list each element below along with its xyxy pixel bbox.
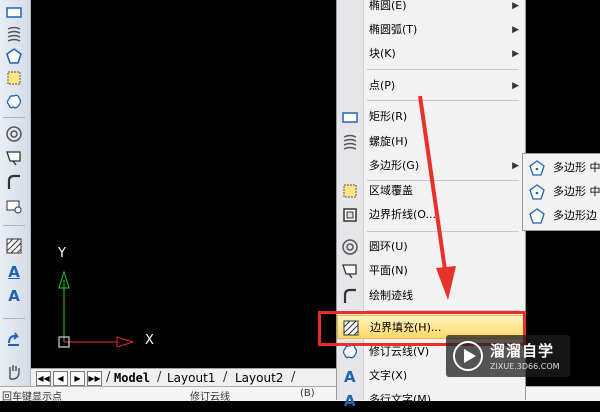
- rectangle-icon[interactable]: [4, 2, 24, 22]
- tab-divider: /: [223, 370, 228, 385]
- tab-divider: /: [291, 370, 296, 385]
- menu-item-donut[interactable]: 圆环(U): [337, 235, 525, 259]
- submenu-item-polygon-edge[interactable]: 多边形边: [523, 204, 600, 228]
- menu-item-label: 圆环(U): [369, 240, 408, 253]
- menu-item-label: 平面(N): [369, 264, 408, 277]
- planar-surface-icon: [341, 262, 359, 280]
- menu-item-label: 边界折线(O...: [369, 208, 436, 221]
- menu-item-label: 区域覆盖: [369, 184, 413, 197]
- submenu-arrow-icon: ▶: [512, 25, 519, 35]
- layout-tab-bar: ◀◀ ◀ ▶ ▶▶ / Model / Layout1 / Layout2 /: [31, 368, 336, 387]
- menu-item-block[interactable]: 块(K) ▶: [337, 42, 525, 66]
- x-axis-label: X: [145, 333, 154, 348]
- menu-item-planar-surface[interactable]: 平面(N): [337, 259, 525, 283]
- command-fragment: 修订云线: [190, 392, 230, 403]
- menu-item-label: 螺旋(H): [369, 135, 408, 148]
- polygon-center-icon: [528, 159, 546, 177]
- first-tab-button[interactable]: ◀◀: [36, 371, 51, 386]
- menu-item-label: 多边形(G): [369, 159, 420, 172]
- watermark-logo-icon: [453, 341, 483, 371]
- submenu-item-label: 多边形 中心: [553, 161, 600, 174]
- polygon-icon[interactable]: [4, 46, 24, 66]
- drawing-canvas[interactable]: Y X: [31, 0, 336, 368]
- menu-item-sketch[interactable]: 绘制迹线: [337, 284, 525, 308]
- submenu-arrow-icon: ▶: [512, 81, 519, 91]
- last-tab-button[interactable]: ▶▶: [87, 371, 102, 386]
- svg-text:A: A: [344, 368, 356, 385]
- submenu-arrow-icon: ▶: [512, 49, 519, 59]
- sketch-icon[interactable]: [4, 172, 24, 192]
- tab-model[interactable]: Model: [114, 370, 150, 386]
- left-toolbar: A A: [0, 0, 31, 392]
- menu-item-label: 块(K): [369, 47, 396, 60]
- menu-item-label: 点(P): [369, 79, 396, 92]
- menu-item-rectangle[interactable]: 矩形(R): [337, 105, 525, 129]
- sketch-icon: [341, 287, 359, 305]
- menu-item-label: 绘制迹线: [369, 289, 413, 302]
- text-icon[interactable]: A: [4, 286, 24, 306]
- menu-item-point[interactable]: 点(P) ▶: [337, 74, 525, 98]
- menu-item-helix[interactable]: 螺旋(H): [337, 130, 525, 154]
- revision-cloud-icon[interactable]: [4, 92, 24, 112]
- pan-hand-icon[interactable]: [4, 362, 24, 382]
- donut-icon[interactable]: [4, 124, 24, 144]
- menu-item-elliptical-arc[interactable]: 椭圆弧(T) ▶: [337, 18, 525, 42]
- menu-item-label: 椭圆(E): [369, 0, 407, 12]
- tab-divider: /: [157, 370, 162, 385]
- watermark-title: 溜溜自学: [490, 342, 555, 360]
- tab-divider: /: [106, 370, 111, 385]
- command-fragment: (B): [300, 388, 315, 399]
- helix-icon[interactable]: [4, 24, 24, 44]
- tab-layout1[interactable]: Layout1: [167, 370, 215, 386]
- boundary-icon[interactable]: [4, 68, 24, 88]
- menu-item-label: 矩形(R): [369, 110, 408, 123]
- watermark: 溜溜自学 ZIXUE.3D66.COM: [446, 335, 570, 377]
- submenu-item-polygon-center-circumscribed[interactable]: 多边形 中心: [523, 180, 600, 204]
- menu-item-wipeout[interactable]: 区域覆盖: [337, 179, 525, 203]
- text-icon: A: [341, 367, 359, 386]
- watermark-url: ZIXUE.3D66.COM: [490, 362, 560, 371]
- submenu-item-label: 多边形边: [553, 209, 597, 222]
- svg-text:A: A: [344, 392, 356, 409]
- wipeout-icon[interactable]: [4, 196, 24, 216]
- submenu-item-polygon-center-inscribed[interactable]: 多边形 中心: [523, 156, 600, 180]
- menu-item-label: 文字(X): [369, 369, 408, 382]
- boundary-polyline-icon: [341, 206, 359, 224]
- rectangle-icon: [341, 108, 359, 126]
- menu-item-ellipse[interactable]: 椭圆(E) ▶: [337, 0, 525, 18]
- menu-item-mtext[interactable]: A 多行文字(M): [337, 388, 525, 412]
- helix-icon: [341, 133, 359, 151]
- command-fragment: 回车键显示点: [2, 392, 62, 403]
- menu-separator: [367, 69, 519, 70]
- tab-layout2[interactable]: Layout2: [235, 370, 283, 386]
- redo-icon[interactable]: [4, 330, 24, 350]
- menu-item-polygon[interactable]: 多边形(G) ▶: [337, 154, 525, 178]
- submenu-arrow-icon: ▶: [512, 161, 519, 171]
- polygon-submenu: 多边形 中心 多边形 中心 多边形边: [522, 153, 600, 231]
- polygon-edge-icon: [528, 207, 546, 225]
- y-axis-label: Y: [58, 246, 66, 261]
- submenu-item-label: 多边形 中心: [553, 185, 600, 198]
- wipeout-icon: [341, 182, 359, 200]
- mtext-icon: A: [341, 391, 359, 410]
- submenu-arrow-icon: ▶: [512, 1, 519, 11]
- menu-separator: [367, 231, 519, 232]
- mtext-icon[interactable]: A: [4, 262, 24, 282]
- menu-separator: [367, 100, 519, 101]
- prev-tab-button[interactable]: ◀: [53, 371, 68, 386]
- next-tab-button[interactable]: ▶: [70, 371, 85, 386]
- hatch-icon[interactable]: [4, 236, 24, 256]
- menu-item-boundary-polyline[interactable]: 边界折线(O...: [337, 203, 525, 227]
- menu-item-label: 椭圆弧(T): [369, 23, 418, 36]
- ucs-icon: [58, 270, 135, 348]
- donut-icon: [341, 238, 359, 256]
- polygon-center-icon: [528, 183, 546, 201]
- planar-surface-icon[interactable]: [4, 148, 24, 168]
- menu-item-label: 多行文字(M): [369, 393, 432, 406]
